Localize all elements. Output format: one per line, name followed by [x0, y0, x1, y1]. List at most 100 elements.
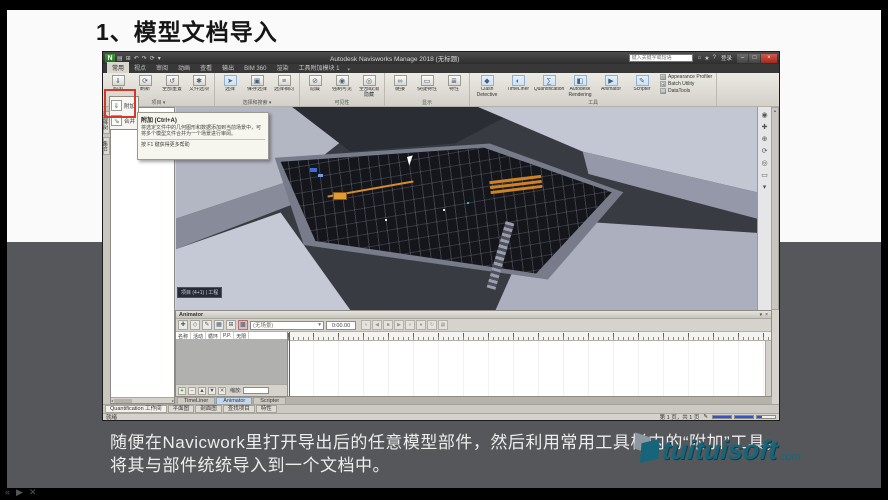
timeline-track-area: [288, 341, 765, 396]
player-control-icon[interactable]: «: [5, 487, 16, 497]
signin-label[interactable]: 登录: [721, 54, 732, 62]
navigation-tool-icon[interactable]: ⊕: [762, 135, 768, 143]
animator-table-rows[interactable]: [176, 340, 287, 384]
animator-footer-icon[interactable]: −: [188, 386, 196, 395]
autodesk-rendering-button[interactable]: ◧ Autodesk Rendering: [565, 74, 595, 99]
infocenter-icon[interactable]: ★: [704, 55, 709, 62]
unhide-all-button[interactable]: ◎ 全部取消隐藏: [356, 74, 382, 99]
playback-button[interactable]: ▶: [394, 320, 404, 330]
dock-vertical-tab[interactable]: 集合: [102, 137, 110, 155]
qat-icon[interactable]: ▾: [158, 55, 161, 62]
appearance-profiler-button[interactable]: ▧ Appearance Profiler: [660, 74, 712, 81]
navigation-tool-icon[interactable]: ⟳: [762, 147, 768, 155]
viewport-scrollbar[interactable]: ▴: [771, 107, 779, 310]
navigation-tool-icon[interactable]: ▭: [761, 171, 768, 179]
panel-horizontal-scrollbar[interactable]: ◂ ▸: [111, 397, 174, 403]
infocenter-icon[interactable]: ?: [713, 55, 716, 62]
animator-tool-icon[interactable]: ⊞: [226, 320, 236, 330]
ribbon-tab[interactable]: 工具附加模块 1: [293, 62, 344, 73]
panel-header-icon[interactable]: ▾: [760, 312, 763, 318]
require-button[interactable]: ◉ 强制可见: [329, 74, 355, 99]
file-options-button[interactable]: ✱ 文件选项: [186, 74, 212, 99]
playback-button[interactable]: ◀: [372, 320, 382, 330]
navigation-tool-icon[interactable]: ◎: [761, 159, 767, 167]
animator-footer-icon[interactable]: ✕: [218, 386, 226, 395]
ribbon-group: ◆ Clash Detective ◐ TimeLiner ∑ Quantificatio…: [470, 73, 718, 106]
window-control-button[interactable]: –: [737, 53, 748, 63]
links-button[interactable]: ∞ 链接: [387, 74, 413, 99]
animator-tool-icon[interactable]: ▦: [214, 320, 224, 330]
datatools-button[interactable]: ▤ DataTools: [660, 88, 712, 95]
player-control-icon[interactable]: ✕: [29, 487, 43, 497]
animator-footer-icon[interactable]: +: [178, 386, 186, 395]
playback-button[interactable]: ↻: [427, 320, 437, 330]
ribbon-tab[interactable]: 输出: [217, 62, 239, 73]
player-control-icon[interactable]: ▶: [16, 487, 29, 497]
batch-utility-button[interactable]: ⊞ Batch Utility: [660, 81, 712, 88]
timeliner-button[interactable]: ◐ TimeLiner: [503, 74, 533, 99]
ribbon-tab[interactable]: 常用: [107, 62, 130, 73]
ribbon-tab[interactable]: 审阅: [151, 62, 173, 73]
infocenter-icon[interactable]: ⌂: [698, 55, 702, 62]
window-control-button[interactable]: ×: [761, 53, 777, 63]
animator-tool-icon[interactable]: ✚: [178, 320, 188, 330]
reset-all-button[interactable]: ↺ 全部重置: [159, 74, 185, 99]
playback-button[interactable]: ■: [383, 320, 393, 330]
dock-tab[interactable]: 特性: [255, 404, 277, 414]
animator-footer-icon[interactable]: ▲: [198, 386, 206, 395]
qat-icon[interactable]: ↶: [134, 55, 139, 62]
animator-tool-icon[interactable]: ✎: [202, 320, 212, 330]
ribbon-tab[interactable]: 渲染: [271, 62, 293, 73]
qat-icon[interactable]: ⊞: [126, 55, 131, 62]
append-menu-item[interactable]: ⇘ 合并: [111, 113, 137, 128]
ribbon-group: ⊘ 隐藏 ◉ 强制可见 ◎ 全部取消隐藏 可见性: [300, 73, 385, 106]
animator-tool-icon[interactable]: ▩: [238, 320, 248, 330]
navigation-tool-icon[interactable]: ▾: [763, 183, 767, 191]
ribbon: ⇓ 附加 ⟳ 刷新 ↺ 全部重置 ✱ 文件选项 项目 ▾ ➤ 选择 ▣ 保存选择 ≡ 选择相同 选择和搜索 ▾…: [103, 73, 779, 107]
quantification-button[interactable]: ∑ Quantification: [534, 74, 564, 99]
animator-footer-icon[interactable]: ▼: [208, 386, 216, 395]
playback-button[interactable]: ●: [416, 320, 426, 330]
qat-icon[interactable]: ⟳: [150, 55, 155, 62]
qat-icon[interactable]: ↷: [142, 55, 147, 62]
animator-timeline[interactable]: [288, 332, 771, 396]
animator-tool-icon[interactable]: ◇: [190, 320, 200, 330]
playback-button[interactable]: ▦: [438, 320, 448, 330]
playback-button[interactable]: »: [405, 320, 415, 330]
window-control-button[interactable]: □: [749, 53, 760, 63]
dock-tab[interactable]: Quantification 工作间: [105, 404, 167, 414]
navigation-tool-icon[interactable]: ✚: [762, 123, 768, 131]
zoom-input[interactable]: [243, 387, 270, 394]
append-menu-item[interactable]: ⇓ 附加: [111, 98, 137, 113]
quick-properties-button[interactable]: ▭ 快捷特性: [414, 74, 440, 99]
playback-button[interactable]: «: [361, 320, 371, 330]
site-equipment-blue: [309, 167, 317, 172]
ribbon-tab[interactable]: 动画: [173, 62, 195, 73]
dock-tab[interactable]: 剖面图: [195, 404, 222, 414]
dock-tab[interactable]: 查找项目: [222, 404, 255, 414]
animator-table-header: 名称 活动 循环 P.P. 无限: [176, 332, 287, 340]
timeline-playhead[interactable]: [289, 332, 290, 396]
append-item-icon: ⇘: [111, 115, 122, 126]
properties-button[interactable]: ≣ 特性: [441, 74, 467, 99]
append-item-icon: ⇓: [111, 100, 122, 111]
hide-button[interactable]: ⊘ 隐藏: [302, 74, 328, 99]
panel-header-icon[interactable]: ×: [765, 312, 768, 318]
ribbon-tab[interactable]: 查看: [195, 62, 217, 73]
animator-button[interactable]: ▶ Animator: [596, 74, 626, 99]
save-selection-button[interactable]: ▣ 保存选择: [244, 74, 270, 99]
animator-scene-select[interactable]: (无场景) ▾: [250, 320, 324, 330]
navigation-tool-icon[interactable]: ◉: [761, 111, 767, 119]
ribbon-tab[interactable]: BIM 360: [239, 65, 271, 73]
animator-time-field[interactable]: 0:00.00: [326, 320, 356, 330]
qat-icon[interactable]: ▤: [117, 55, 123, 62]
select-button[interactable]: ➤ 选择: [217, 74, 243, 99]
timeline-scrollbar[interactable]: [765, 341, 771, 396]
ribbon-tab[interactable]: 视点: [129, 62, 151, 73]
dock-tab[interactable]: 平面图: [167, 404, 195, 414]
zoom-label: 缩放:: [230, 388, 242, 394]
scripter-button[interactable]: ✎ Scripter: [627, 74, 657, 99]
clash-detective-button[interactable]: ◆ Clash Detective: [472, 74, 502, 99]
infocenter-search-input[interactable]: [628, 54, 693, 62]
select-same-button[interactable]: ≡ 选择相同: [271, 74, 297, 99]
